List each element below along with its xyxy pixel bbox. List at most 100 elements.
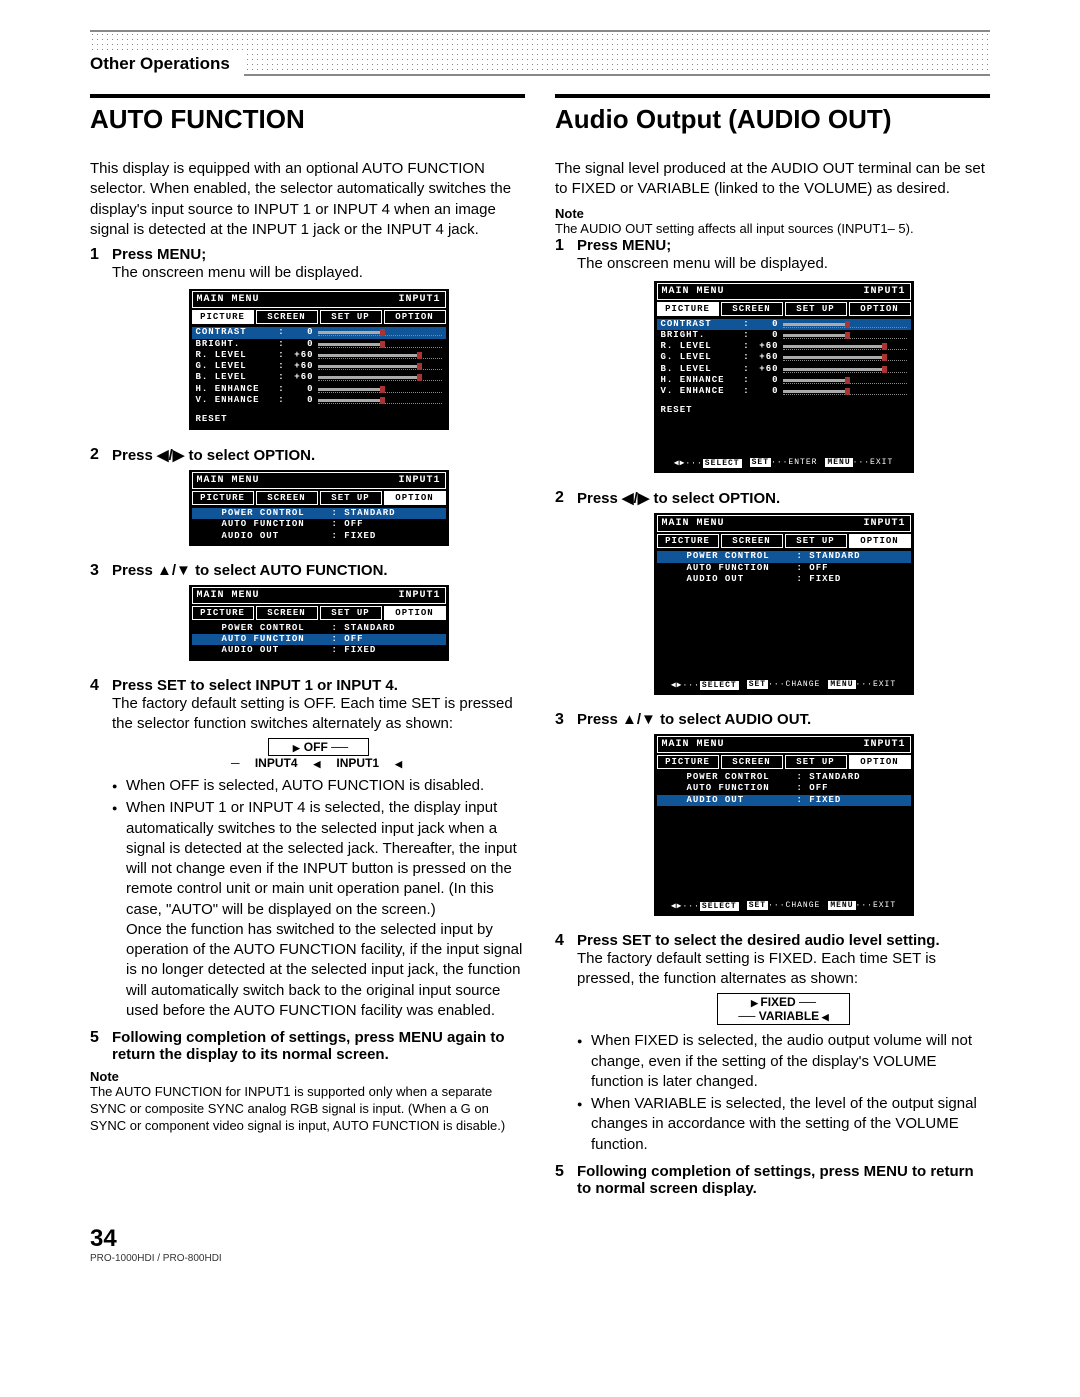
left-step-3: 3 Press ▲/▼ to select AUTO FUNCTION. MAI… bbox=[90, 562, 525, 671]
osd-row-label: POWER CONTROL bbox=[687, 551, 797, 562]
step-number: 2 bbox=[555, 489, 577, 507]
osd-tab-setup: SET UP bbox=[320, 606, 382, 620]
cycle-node: OFF bbox=[304, 740, 328, 754]
cycle-node: FIXED bbox=[760, 995, 795, 1009]
osd-row-value: +60 bbox=[753, 352, 783, 363]
right-intro: The signal level produced at the AUDIO O… bbox=[555, 159, 990, 200]
cycle-diagram-fixed-variable: ▶ FIXED ── ── VARIABLE ◀ bbox=[684, 993, 884, 1025]
osd-option-autofunc: MAIN MENUINPUT1 PICTURE SCREEN SET UP OP… bbox=[189, 585, 449, 661]
bullet: When OFF is selected, AUTO FUNCTION is d… bbox=[112, 776, 525, 796]
two-column-layout: AUTO FUNCTION This display is equipped w… bbox=[90, 94, 990, 1203]
osd-row-label: POWER CONTROL bbox=[222, 508, 332, 519]
osd-input-label: INPUT1 bbox=[863, 739, 905, 750]
osd-tab-option: OPTION bbox=[849, 755, 911, 769]
left-step-2: 2 Press ◀/▶ to select OPTION. MAIN MENUI… bbox=[90, 446, 525, 556]
osd-row-value: : OFF bbox=[797, 563, 829, 574]
osd-picture-menu: MAIN MENUINPUT1 PICTURE SCREEN SET UP OP… bbox=[189, 289, 449, 430]
osd-tab-option: OPTION bbox=[849, 534, 911, 548]
note-body: The AUTO FUNCTION for INPUT1 is supporte… bbox=[90, 1084, 525, 1135]
osd-tab-screen: SCREEN bbox=[256, 310, 318, 324]
osd-tab-setup: SET UP bbox=[785, 534, 847, 548]
osd-row-label: CONTRAST bbox=[661, 319, 741, 330]
osd-row-label: R. LEVEL bbox=[661, 341, 741, 352]
right-steps: 1 Press MENU; The onscreen menu will be … bbox=[555, 237, 990, 1197]
cycle-node: INPUT4 bbox=[255, 756, 298, 770]
step-number: 5 bbox=[555, 1163, 577, 1181]
osd-tab-picture: PICTURE bbox=[657, 755, 719, 769]
osd-footer: ◀▶···SELECT SET···CHANGE MENU···EXIT bbox=[657, 679, 911, 691]
note-heading: Note bbox=[90, 1069, 525, 1084]
osd-reset: RESET bbox=[192, 412, 446, 426]
step-title: Following completion of settings, press … bbox=[112, 1029, 525, 1063]
osd-row-label: H. ENHANCE bbox=[196, 384, 276, 395]
page-number: 34 bbox=[90, 1225, 990, 1253]
osd-tab-screen: SCREEN bbox=[721, 534, 783, 548]
osd-row-value: 0 bbox=[288, 327, 318, 338]
bullet-text: When INPUT 1 or INPUT 4 is selected, the… bbox=[126, 799, 517, 917]
osd-row-value: 0 bbox=[753, 386, 783, 397]
left-step-4: 4 Press SET to select INPUT 1 or INPUT 4… bbox=[90, 677, 525, 1024]
osd-row-value: : OFF bbox=[332, 634, 364, 645]
osd-input-label: INPUT1 bbox=[398, 294, 440, 305]
osd-tab-setup: SET UP bbox=[320, 491, 382, 505]
osd-row-label: R. LEVEL bbox=[196, 350, 276, 361]
osd-title: MAIN MENU bbox=[197, 475, 260, 486]
osd-row-value: +60 bbox=[288, 361, 318, 372]
osd-tab-option: OPTION bbox=[384, 491, 446, 505]
right-step-3: 3 Press ▲/▼ to select AUDIO OUT. MAIN ME… bbox=[555, 711, 990, 926]
step-number: 3 bbox=[90, 562, 112, 580]
osd-row-value: 0 bbox=[753, 330, 783, 341]
osd-tab-screen: SCREEN bbox=[721, 755, 783, 769]
osd-tab-picture: PICTURE bbox=[192, 310, 254, 324]
right-step-5: 5 Following completion of settings, pres… bbox=[555, 1163, 990, 1197]
osd-tab-screen: SCREEN bbox=[256, 606, 318, 620]
osd-row-label: AUDIO OUT bbox=[687, 574, 797, 585]
osd-row-label: CONTRAST bbox=[196, 327, 276, 338]
osd-title: MAIN MENU bbox=[662, 286, 725, 297]
left-step-1: 1 Press MENU; The onscreen menu will be … bbox=[90, 246, 525, 440]
osd-picture-menu: MAIN MENUINPUT1 PICTURE SCREEN SET UP OP… bbox=[654, 281, 914, 474]
step-number: 4 bbox=[90, 677, 112, 695]
osd-row-label: POWER CONTROL bbox=[687, 772, 797, 783]
bullet: When FIXED is selected, the audio output… bbox=[577, 1031, 990, 1092]
step-desc: The factory default setting is OFF. Each… bbox=[112, 694, 525, 735]
osd-row-value: +60 bbox=[288, 350, 318, 361]
left-column: AUTO FUNCTION This display is equipped w… bbox=[90, 94, 525, 1203]
cycle-node: INPUT1 bbox=[336, 756, 379, 770]
cycle-node: VARIABLE bbox=[759, 1009, 819, 1023]
osd-row-value: 0 bbox=[288, 384, 318, 395]
step-title: Press MENU; bbox=[577, 237, 990, 254]
osd-row-value: : OFF bbox=[797, 783, 829, 794]
osd-row-value: : STANDARD bbox=[797, 551, 861, 562]
column-rule bbox=[90, 94, 525, 98]
step-desc: The factory default setting is FIXED. Ea… bbox=[577, 949, 990, 990]
osd-option-menu: MAIN MENUINPUT1 PICTURE SCREEN SET UP OP… bbox=[654, 513, 914, 695]
osd-title: MAIN MENU bbox=[197, 590, 260, 601]
step-number: 2 bbox=[90, 446, 112, 464]
osd-row-value: 0 bbox=[288, 339, 318, 350]
note-body: The AUDIO OUT setting affects all input … bbox=[555, 221, 990, 238]
bullet-text: Once the function has switched to the se… bbox=[126, 921, 522, 1019]
osd-tab-setup: SET UP bbox=[785, 755, 847, 769]
page-footer: 34 PRO-1000HDI / PRO-800HDI bbox=[90, 1225, 990, 1264]
osd-row-value: 0 bbox=[753, 375, 783, 386]
osd-row-label: AUTO FUNCTION bbox=[687, 783, 797, 794]
osd-row-value: : STANDARD bbox=[332, 508, 396, 519]
step-desc: The onscreen menu will be displayed. bbox=[112, 263, 525, 283]
right-step-4: 4 Press SET to select the desired audio … bbox=[555, 932, 990, 1157]
osd-row-value: 0 bbox=[288, 395, 318, 406]
osd-row-label: G. LEVEL bbox=[661, 352, 741, 363]
osd-footer: ◀▶···SELECT SET···CHANGE MENU···EXIT bbox=[657, 900, 911, 912]
osd-row-value: : FIXED bbox=[332, 531, 377, 542]
osd-row-value: : STANDARD bbox=[332, 623, 396, 634]
step-title: Press MENU; bbox=[112, 246, 525, 263]
osd-tab-picture: PICTURE bbox=[192, 606, 254, 620]
osd-row-label: G. LEVEL bbox=[196, 361, 276, 372]
left-intro: This display is equipped with an optiona… bbox=[90, 159, 525, 240]
osd-row-label: AUTO FUNCTION bbox=[687, 563, 797, 574]
osd-tab-picture: PICTURE bbox=[657, 302, 719, 316]
osd-tab-option: OPTION bbox=[384, 310, 446, 324]
step-number: 1 bbox=[90, 246, 112, 264]
osd-footer: ◀▶···SELECT SET···ENTER MENU···EXIT bbox=[657, 457, 911, 469]
osd-row-value: : STANDARD bbox=[797, 772, 861, 783]
